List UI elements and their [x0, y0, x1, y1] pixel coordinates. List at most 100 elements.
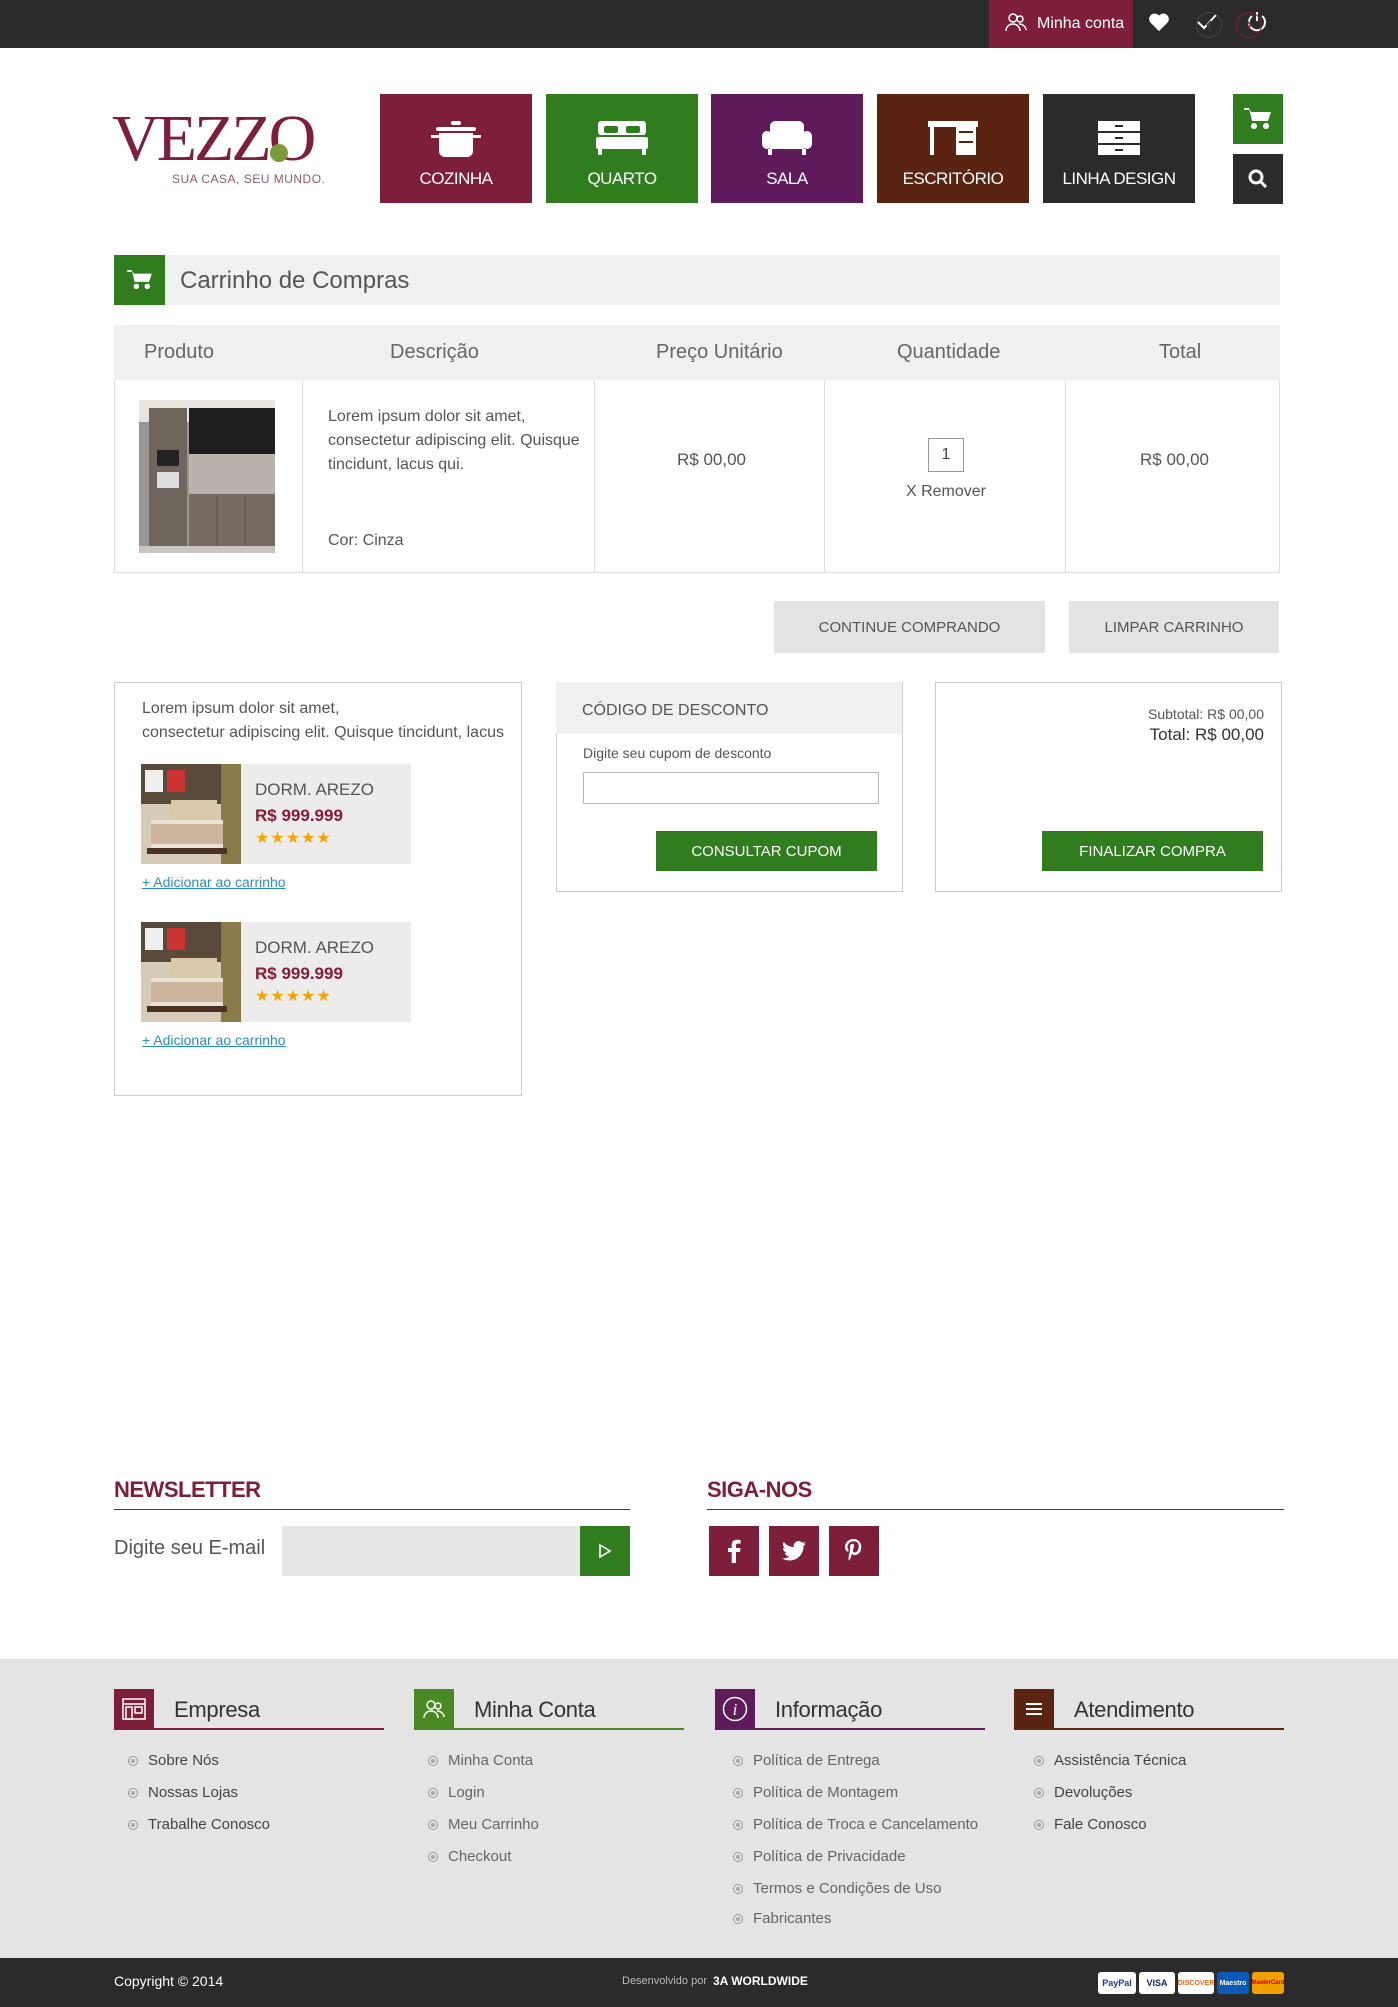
coupon-input[interactable]: [583, 772, 879, 804]
footer-column-informacao: i Informação: [715, 1689, 985, 1730]
my-account-button[interactable]: Minha conta: [989, 0, 1133, 48]
footer-link-label: Trabalhe Conosco: [148, 1816, 271, 1833]
footer-heading: Atendimento: [1074, 1697, 1195, 1722]
menu-icon: [1014, 1689, 1054, 1729]
bullet-icon: [1034, 1819, 1044, 1830]
category-escritorio[interactable]: ESCRITÓRIO: [877, 94, 1029, 203]
category-cozinha[interactable]: COZINHA: [380, 94, 532, 203]
chevron-left-icon: [1205, 20, 1212, 30]
info-icon: i: [715, 1689, 755, 1729]
category-linha-design[interactable]: LINHA DESIGN: [1043, 94, 1195, 203]
clear-cart-button[interactable]: LIMPAR CARRINHO: [1069, 601, 1279, 653]
divider: [114, 1728, 384, 1730]
footer-link[interactable]: Checkout: [428, 1848, 511, 1865]
bullet-icon: [428, 1819, 438, 1830]
add-to-cart-link[interactable]: + Adicionar ao carrinho: [142, 1032, 286, 1048]
mastercard-badge: MasterCard: [1252, 1972, 1285, 1994]
finalize-purchase-button[interactable]: FINALIZAR COMPRA: [1042, 831, 1263, 871]
bullet-icon: [733, 1819, 743, 1830]
header-quantidade: Quantidade: [897, 341, 1001, 363]
developer-credit[interactable]: Desenvolvido por 3A WORLDWIDE: [622, 1974, 808, 1988]
chevron-right-icon: [1246, 20, 1253, 30]
coupon-label: Digite seu cupom de desconto: [583, 745, 772, 761]
subtotal: Subtotal: R$ 00,00: [1148, 706, 1264, 722]
footer-link[interactable]: Trabalhe Conosco: [128, 1816, 270, 1833]
category-quarto[interactable]: QUARTO: [546, 94, 698, 203]
recommendation-text: Lorem ipsum dolor sit amet, consectetur …: [142, 697, 512, 745]
bullet-icon: [733, 1755, 743, 1766]
footer-link[interactable]: Meu Carrinho: [428, 1816, 539, 1833]
footer-heading: Minha Conta: [474, 1697, 596, 1722]
newsletter-submit-button[interactable]: [580, 1526, 630, 1576]
logo-brand: VEZZO: [112, 102, 316, 175]
category-sala[interactable]: SALA: [711, 94, 863, 203]
remove-link[interactable]: X Remover: [870, 483, 1022, 501]
check-coupon-button[interactable]: CONSULTAR CUPOM: [656, 831, 877, 871]
svg-text:i: i: [733, 1700, 738, 1719]
footer-link[interactable]: Assistência Técnica: [1034, 1752, 1186, 1769]
footer-link[interactable]: Política de Privacidade: [733, 1848, 906, 1865]
continue-shopping-button[interactable]: CONTINUE COMPRANDO: [774, 601, 1045, 653]
bullet-icon: [733, 1883, 743, 1894]
pinterest-icon: [845, 1539, 862, 1561]
twitter-icon: [782, 1541, 806, 1561]
wishlist-button[interactable]: [1135, 0, 1183, 48]
footer-link-label: Nossas Lojas: [148, 1784, 239, 1801]
prev-button[interactable]: [1196, 12, 1222, 38]
product-card[interactable]: DORM. AREZO R$ 999.999 ★★★★★: [141, 764, 411, 864]
column-divider: [302, 380, 303, 573]
social-title: SIGA-NOS: [707, 1477, 812, 1502]
header-descricao: Descrição: [390, 341, 479, 363]
newsletter-email-input[interactable]: [282, 1526, 580, 1576]
footer-link-label: Política de Troca e Cancelamento: [753, 1816, 979, 1833]
cart-icon: [126, 270, 152, 290]
footer-link[interactable]: Login: [428, 1784, 485, 1801]
unit-price: R$ 00,00: [677, 450, 746, 469]
pinterest-button[interactable]: [829, 1526, 879, 1576]
footer-column-minha-conta: Minha Conta: [414, 1689, 684, 1730]
product-description: Lorem ipsum dolor sit amet, consectetur …: [328, 408, 580, 473]
footer-column-empresa: Empresa: [114, 1689, 384, 1730]
next-button[interactable]: [1236, 12, 1262, 38]
header-cart-button[interactable]: [1233, 94, 1283, 144]
footer-link[interactable]: Nossas Lojas: [128, 1784, 238, 1801]
twitter-button[interactable]: [769, 1526, 819, 1576]
bullet-icon: [428, 1755, 438, 1766]
facebook-button[interactable]: [709, 1526, 759, 1576]
footer-link[interactable]: Política de Entrega: [733, 1752, 880, 1769]
product-image[interactable]: [139, 400, 275, 553]
users-icon: [414, 1689, 454, 1729]
product-card[interactable]: DORM. AREZO R$ 999.999 ★★★★★: [141, 922, 411, 1022]
header-search-button[interactable]: [1233, 154, 1283, 204]
bed-icon: [596, 121, 648, 155]
footer-link[interactable]: Fale Conosco: [1034, 1816, 1147, 1833]
logo-tagline: SUA CASA, SEU MUNDO.: [172, 172, 326, 186]
sofa-icon: [762, 121, 812, 155]
footer-link[interactable]: Devoluções: [1034, 1784, 1132, 1801]
my-account-label: Minha conta: [1037, 15, 1125, 32]
drawer-icon: [1098, 121, 1140, 155]
footer-link-label: Devoluções: [1054, 1784, 1133, 1801]
add-to-cart-link[interactable]: + Adicionar ao carrinho: [142, 874, 286, 890]
footer-link[interactable]: Política de Troca e Cancelamento: [733, 1816, 978, 1833]
footer-link-label: Checkout: [448, 1848, 512, 1865]
cart-title: Carrinho de Compras: [180, 267, 410, 294]
footer-link-label: Minha Conta: [448, 1752, 534, 1769]
column-divider: [1065, 380, 1066, 573]
footer-link[interactable]: Termos e Condições de Uso: [733, 1880, 941, 1897]
bullet-icon: [128, 1787, 138, 1798]
quantity-input[interactable]: 1: [928, 438, 964, 472]
footer-link[interactable]: Minha Conta: [428, 1752, 533, 1769]
footer-link[interactable]: Sobre Nós: [128, 1752, 219, 1769]
footer-link[interactable]: Fabricantes: [733, 1910, 831, 1927]
pot-icon: [431, 121, 481, 157]
footer-link[interactable]: Política de Montagem: [733, 1784, 898, 1801]
column-divider: [594, 380, 595, 573]
product-card-price: R$ 999.999: [255, 964, 343, 983]
footer-link-label: Política de Entrega: [753, 1752, 880, 1769]
logo[interactable]: VEZZO SUA CASA, SEU MUNDO.: [112, 102, 325, 196]
bullet-icon: [733, 1913, 743, 1924]
footer-link-label: Fale Conosco: [1054, 1816, 1147, 1833]
discover-badge: DISCOVER: [1178, 1972, 1214, 1994]
product-color: Cor: Cinza: [328, 532, 404, 549]
